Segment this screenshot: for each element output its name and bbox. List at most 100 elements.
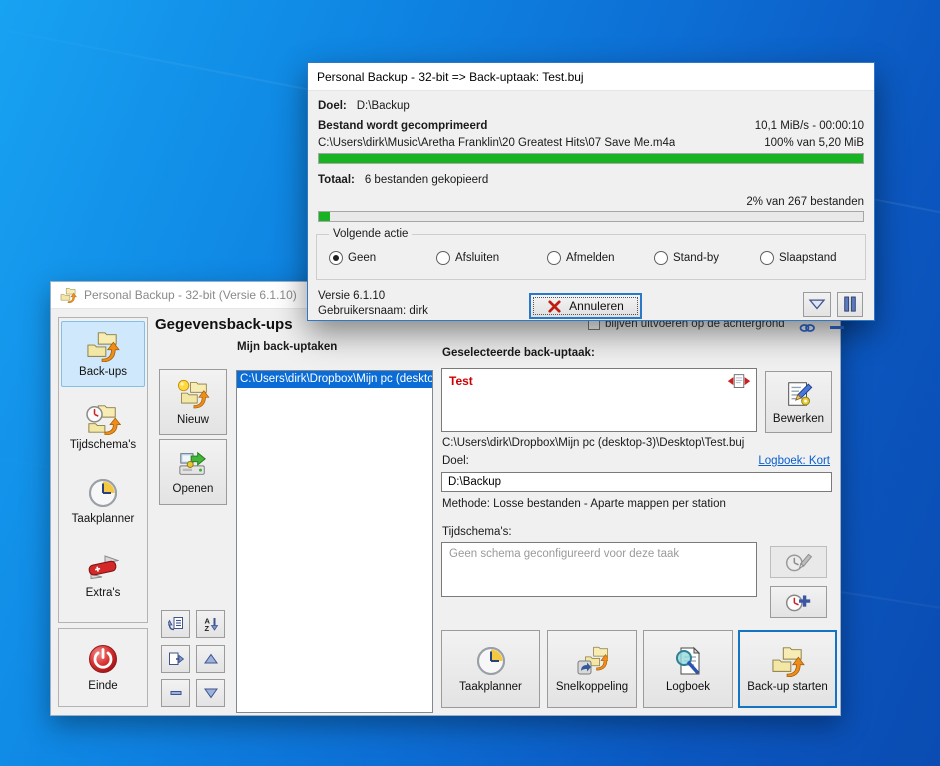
sort-az-icon bbox=[203, 616, 218, 632]
current-file-path: C:\Users\dirk\Music\Aretha Franklin\20 G… bbox=[318, 137, 676, 149]
schedule-clock-folder-icon bbox=[86, 405, 121, 435]
selected-task-label: Geselecteerde back-uptaak: bbox=[442, 347, 595, 359]
backup-starten-button[interactable]: Back-up starten bbox=[738, 630, 837, 708]
selected-task-path: C:\Users\dirk\Dropbox\Mijn pc (desktop-3… bbox=[442, 437, 745, 449]
power-icon bbox=[88, 644, 118, 674]
dialog-doel-label: Doel: bbox=[318, 100, 347, 112]
total-progress-bar bbox=[318, 211, 864, 222]
magnifier-document-icon bbox=[675, 646, 701, 676]
bewerken-button[interactable]: Bewerken bbox=[765, 371, 832, 433]
bewerken-label: Bewerken bbox=[772, 413, 825, 425]
speed-text: 10,1 MiB/s - 00:00:10 bbox=[754, 120, 864, 132]
task-list-item[interactable]: C:\Users\dirk\Dropbox\Mijn pc (deskto bbox=[237, 371, 432, 388]
doel-input[interactable]: D:\Backup bbox=[441, 472, 832, 492]
sidebar-item-extras[interactable]: Extra's bbox=[61, 542, 145, 608]
app-icon bbox=[60, 288, 77, 303]
radio-dot-icon[interactable] bbox=[436, 251, 450, 265]
openen-label: Openen bbox=[172, 483, 214, 495]
sidebar-item-label: Tijdschema's bbox=[69, 439, 137, 451]
triangle-down-icon bbox=[809, 299, 825, 310]
radio-afmelden[interactable]: Afmelden bbox=[547, 251, 615, 265]
einde-label: Einde bbox=[88, 680, 118, 692]
clock-plus-icon bbox=[785, 589, 813, 615]
task-listbox[interactable]: C:\Users\dirk\Dropbox\Mijn pc (deskto bbox=[236, 370, 433, 713]
radio-label: Geen bbox=[348, 252, 377, 264]
arrow-up-icon bbox=[204, 654, 217, 664]
file-progress-fill bbox=[319, 154, 863, 163]
link-icon[interactable] bbox=[799, 320, 815, 336]
dropdown-button[interactable] bbox=[803, 292, 831, 317]
minus-icon bbox=[170, 691, 181, 695]
radio-geen[interactable]: Geen bbox=[329, 251, 376, 265]
file-progress-text: 100% van 5,20 MiB bbox=[764, 137, 864, 149]
radio-slaapstand[interactable]: Slaapstand bbox=[760, 251, 837, 265]
logboek-label: Logboek bbox=[665, 681, 711, 693]
tijdschemas-label: Tijdschema's: bbox=[442, 526, 512, 538]
sidebar-item-label: Taakplanner bbox=[71, 513, 135, 525]
shortcut-icon bbox=[576, 645, 608, 677]
radio-dot-icon[interactable] bbox=[329, 251, 343, 265]
selected-task-box: Test bbox=[441, 368, 757, 432]
radio-label: Afmelden bbox=[566, 252, 615, 264]
pause-icon bbox=[844, 296, 856, 312]
arrow-down-icon bbox=[204, 688, 217, 698]
annuleren-button[interactable]: Annuleren bbox=[529, 293, 642, 319]
logboek-button[interactable]: Logboek bbox=[643, 630, 733, 708]
methode-text: Methode: Losse bestanden - Aparte mappen… bbox=[442, 498, 726, 510]
version-text: Versie 6.1.10 bbox=[318, 290, 386, 302]
clock-icon bbox=[89, 479, 117, 507]
sidebar-item-taakplanner[interactable]: Taakplanner bbox=[61, 468, 145, 534]
status-text: Bestand wordt gecomprimeerd bbox=[318, 120, 488, 132]
radio-dot-icon[interactable] bbox=[654, 251, 668, 265]
sidebar-item-tijdschemas[interactable]: Tijdschema's bbox=[61, 394, 145, 460]
main-window: Personal Backup - 32-bit (Versie 6.1.10)… bbox=[50, 281, 844, 716]
new-task-icon bbox=[176, 378, 210, 410]
next-action-group: Volgende actie Geen Afsluiten Afmelden S… bbox=[316, 228, 866, 280]
radio-standby[interactable]: Stand-by bbox=[654, 251, 719, 265]
collapse-icon[interactable] bbox=[830, 326, 844, 329]
radio-label: Afsluiten bbox=[455, 252, 500, 264]
radio-dot-icon[interactable] bbox=[760, 251, 774, 265]
add-schedule-button[interactable] bbox=[770, 586, 827, 618]
totaal-value: 6 bestanden gekopieerd bbox=[364, 174, 489, 186]
move-down-button[interactable] bbox=[196, 679, 225, 707]
logboek-kort-link[interactable]: Logboek: Kort bbox=[758, 455, 830, 467]
sidebar-item-backups[interactable]: Back-ups bbox=[61, 321, 145, 387]
compressed-task-icon bbox=[727, 374, 751, 388]
clock-edit-icon bbox=[785, 553, 812, 572]
red-x-icon bbox=[548, 299, 561, 313]
move-up-button[interactable] bbox=[196, 645, 225, 673]
nieuw-button[interactable]: Nieuw bbox=[159, 369, 227, 435]
dialog-titlebar[interactable]: Personal Backup - 32-bit => Back-uptaak:… bbox=[308, 63, 874, 91]
doel-label: Doel: bbox=[442, 455, 469, 467]
snelkoppeling-button[interactable]: Snelkoppeling bbox=[547, 630, 637, 708]
edit-notepad-icon bbox=[787, 382, 812, 406]
page-title: Gegevensback-ups bbox=[155, 316, 293, 333]
openen-button[interactable]: Openen bbox=[159, 439, 227, 505]
taakplanner-button[interactable]: Taakplanner bbox=[441, 630, 540, 708]
task-list-label: Mijn back-uptaken bbox=[237, 341, 338, 353]
swiss-knife-icon bbox=[87, 555, 119, 580]
einde-button[interactable]: Einde bbox=[59, 629, 147, 706]
remove-task-button[interactable] bbox=[161, 679, 190, 707]
sidebar-item-label: Back-ups bbox=[79, 366, 127, 378]
radio-afsluiten[interactable]: Afsluiten bbox=[436, 251, 499, 265]
copy-task-button[interactable] bbox=[161, 610, 190, 638]
copy-list-icon bbox=[167, 616, 183, 631]
annuleren-label: Annuleren bbox=[569, 299, 624, 313]
radio-dot-icon[interactable] bbox=[547, 251, 561, 265]
totaal-label: Totaal: bbox=[318, 174, 355, 186]
edit-schedule-button bbox=[770, 546, 827, 578]
total-progress-fill bbox=[319, 212, 330, 221]
radio-label: Stand-by bbox=[673, 252, 720, 264]
taakplanner-label: Taakplanner bbox=[459, 681, 522, 693]
backup-folders-icon bbox=[87, 332, 120, 362]
next-action-group-label: Volgende actie bbox=[329, 228, 413, 240]
export-task-button[interactable] bbox=[161, 645, 190, 673]
pause-button[interactable] bbox=[837, 292, 863, 317]
backup-folders-icon bbox=[771, 647, 804, 677]
sort-az-button[interactable] bbox=[196, 610, 225, 638]
username-text: Gebruikersnaam: dirk bbox=[318, 305, 428, 317]
snelkoppeling-label: Snelkoppeling bbox=[555, 681, 629, 693]
dialog-title: Personal Backup - 32-bit => Back-uptaak:… bbox=[317, 69, 584, 84]
